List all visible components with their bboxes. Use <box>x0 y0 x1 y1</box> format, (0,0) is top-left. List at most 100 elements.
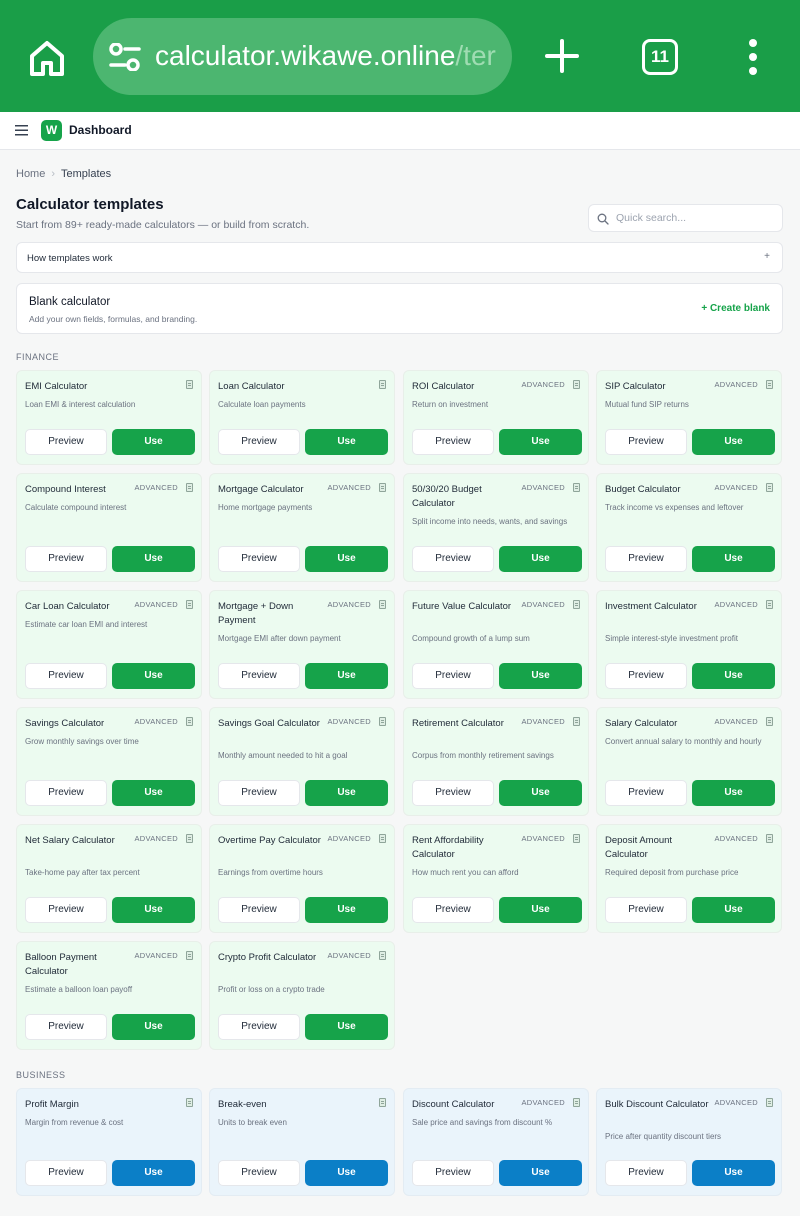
preview-button[interactable]: Preview <box>412 1160 494 1186</box>
preview-button[interactable]: Preview <box>605 429 687 455</box>
use-button[interactable]: Use <box>112 663 195 689</box>
template-description: Take-home pay after tax percent <box>25 868 140 877</box>
new-tab-icon[interactable] <box>544 38 580 74</box>
use-button[interactable]: Use <box>499 780 582 806</box>
preview-button[interactable]: Preview <box>412 780 494 806</box>
use-button[interactable]: Use <box>692 546 775 572</box>
template-description: Monthly amount needed to hit a goal <box>218 751 348 760</box>
template-card-savings-goal-calculator: Savings Goal Calculator ADVANCED Monthly a… <box>209 707 395 816</box>
template-description: Simple interest-style investment profit <box>605 634 738 643</box>
url-path: /ter <box>455 40 496 71</box>
site-settings-icon[interactable] <box>109 43 141 71</box>
template-card-bulk-discount-calculator: Bulk Discount Calculator ADVANCED Price af… <box>596 1088 782 1196</box>
preview-button[interactable]: Preview <box>218 1014 300 1040</box>
tab-switcher-button[interactable]: 11 <box>642 39 678 75</box>
use-button[interactable]: Use <box>112 780 195 806</box>
use-button[interactable]: Use <box>305 780 388 806</box>
template-description: Grow monthly savings over time <box>25 737 139 746</box>
more-options-icon[interactable] <box>745 38 761 78</box>
preview-button[interactable]: Preview <box>218 429 300 455</box>
use-button[interactable]: Use <box>499 663 582 689</box>
preview-button[interactable]: Preview <box>25 663 107 689</box>
template-description: Split income into needs, wants, and savi… <box>412 517 568 526</box>
template-title: 50/30/20 Budget Calculator <box>412 484 482 509</box>
preview-button[interactable]: Preview <box>412 546 494 572</box>
template-description: Earnings from overtime hours <box>218 868 323 877</box>
document-icon <box>573 380 580 389</box>
use-button[interactable]: Use <box>692 429 775 455</box>
use-button[interactable]: Use <box>305 546 388 572</box>
advanced-badge: ADVANCED <box>714 1098 758 1107</box>
preview-button[interactable]: Preview <box>605 663 687 689</box>
use-button[interactable]: Use <box>305 663 388 689</box>
template-card-budget-calculator: Budget Calculator ADVANCED Track income vs… <box>596 473 782 582</box>
template-description: Mortgage EMI after down payment <box>218 634 341 643</box>
template-card-sip-calculator: SIP Calculator ADVANCED Mutual fund SIP re… <box>596 370 782 465</box>
quick-search[interactable] <box>588 204 783 232</box>
use-button[interactable]: Use <box>499 1160 582 1186</box>
template-card-overtime-pay-calculator: Overtime Pay Calculator ADVANCED Earnings … <box>209 824 395 933</box>
preview-button[interactable]: Preview <box>218 897 300 923</box>
template-description: Calculate compound interest <box>25 503 127 512</box>
template-title: Car Loan Calculator <box>25 601 110 612</box>
use-button[interactable]: Use <box>305 1014 388 1040</box>
template-card-crypto-profit-calculator: Crypto Profit Calculator ADVANCED Profit o… <box>209 941 395 1050</box>
advanced-badge: ADVANCED <box>134 951 178 960</box>
document-icon <box>766 600 773 609</box>
expand-icon[interactable]: + <box>764 251 770 262</box>
create-blank-button[interactable]: + Create blank <box>701 303 770 314</box>
use-button[interactable]: Use <box>112 1160 195 1186</box>
template-description: Units to break even <box>218 1118 287 1127</box>
breadcrumb-home[interactable]: Home <box>16 168 45 180</box>
template-description: Estimate car loan EMI and interest <box>25 620 148 629</box>
advanced-badge: ADVANCED <box>327 834 371 843</box>
template-title: Profit Margin <box>25 1099 79 1110</box>
use-button[interactable]: Use <box>112 429 195 455</box>
preview-button[interactable]: Preview <box>605 546 687 572</box>
use-button[interactable]: Use <box>499 897 582 923</box>
use-button[interactable]: Use <box>112 546 195 572</box>
use-button[interactable]: Use <box>692 663 775 689</box>
use-button[interactable]: Use <box>112 897 195 923</box>
preview-button[interactable]: Preview <box>25 780 107 806</box>
template-title: Rent Affordability Calculator <box>412 835 484 860</box>
advanced-badge: ADVANCED <box>327 717 371 726</box>
use-button[interactable]: Use <box>112 1014 195 1040</box>
hamburger-menu-icon[interactable] <box>15 124 28 136</box>
home-icon[interactable] <box>27 38 67 78</box>
address-bar[interactable]: calculator.wikawe.online/ter <box>93 18 512 95</box>
use-button[interactable]: Use <box>305 429 388 455</box>
preview-button[interactable]: Preview <box>218 780 300 806</box>
page-title: Calculator templates <box>16 196 164 213</box>
preview-button[interactable]: Preview <box>218 663 300 689</box>
template-card-break-even: Break-even Units to break even Preview Use <box>209 1088 395 1196</box>
template-title: Future Value Calculator <box>412 601 512 612</box>
use-button[interactable]: Use <box>692 897 775 923</box>
use-button[interactable]: Use <box>499 546 582 572</box>
preview-button[interactable]: Preview <box>412 897 494 923</box>
preview-button[interactable]: Preview <box>605 1160 687 1186</box>
preview-button[interactable]: Preview <box>605 780 687 806</box>
how-templates-work-accordion[interactable]: How templates work + <box>16 242 783 273</box>
use-button[interactable]: Use <box>499 429 582 455</box>
preview-button[interactable]: Preview <box>605 897 687 923</box>
use-button[interactable]: Use <box>692 1160 775 1186</box>
preview-button[interactable]: Preview <box>25 897 107 923</box>
use-button[interactable]: Use <box>692 780 775 806</box>
preview-button[interactable]: Preview <box>25 1160 107 1186</box>
preview-button[interactable]: Preview <box>218 546 300 572</box>
app-title: Dashboard <box>69 123 132 137</box>
template-card-salary-calculator: Salary Calculator ADVANCED Convert annual … <box>596 707 782 816</box>
preview-button[interactable]: Preview <box>412 429 494 455</box>
preview-button[interactable]: Preview <box>25 546 107 572</box>
app-logo[interactable]: W <box>41 120 62 141</box>
preview-button[interactable]: Preview <box>412 663 494 689</box>
advanced-badge: ADVANCED <box>521 600 565 609</box>
search-input[interactable] <box>616 209 776 227</box>
use-button[interactable]: Use <box>305 897 388 923</box>
template-card-rent-affordability-calculator: Rent Affordability Calculator ADVANCED How… <box>403 824 589 933</box>
preview-button[interactable]: Preview <box>25 429 107 455</box>
preview-button[interactable]: Preview <box>25 1014 107 1040</box>
preview-button[interactable]: Preview <box>218 1160 300 1186</box>
use-button[interactable]: Use <box>305 1160 388 1186</box>
